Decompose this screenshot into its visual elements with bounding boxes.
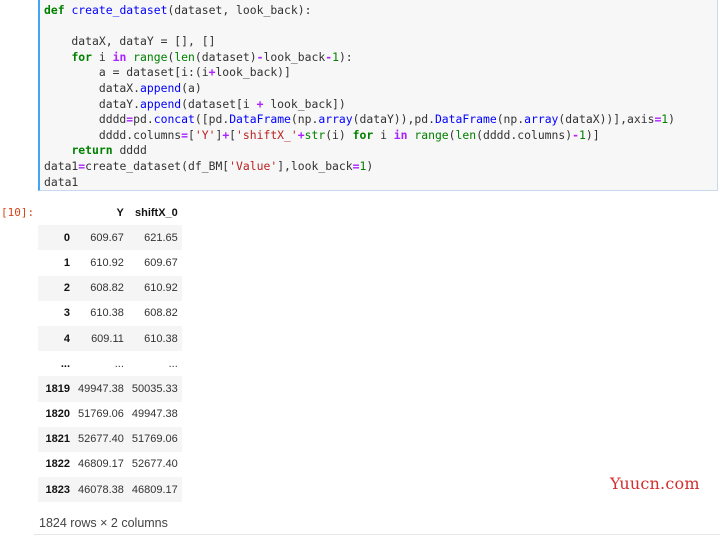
cell-y: 610.92 [90,256,124,269]
cell-y: ... [114,357,124,370]
cell-divider [34,534,720,535]
row-index: 1820 [45,408,70,421]
code-line-1: def create_dataset(dataset, look_back): [44,3,312,17]
table-row: 1821 52677.40 51769.06 [38,426,182,452]
code-line-11: data1=create_dataset(df_BM['Value'],look… [44,158,374,173]
dataframe-output: Y shiftX_0 0 609.67 621.65 1 610.92 609.67 2… [38,200,182,503]
table-row: 1823 46078.38 46809.17 [38,477,182,503]
row-index: ... [60,357,70,370]
cell-shiftx0: 609.67 [144,256,178,269]
table-header-row: Y shiftX_0 [38,200,182,225]
cell-y: 49947.38 [78,382,124,395]
cell-y: 46078.38 [78,483,124,496]
row-index: 1823 [45,483,70,496]
table-row: 1822 46809.17 52677.40 [38,451,182,478]
code-line-4: for i in range(len(dataset)-look_back-1)… [71,49,353,64]
table-row: 1 610.92 609.67 [38,250,182,276]
table-row: 4 609.11 610.38 [38,325,182,352]
index-header [38,200,74,225]
row-index: 3 [63,307,70,320]
execution-count-prompt: [10]: [1,206,35,219]
column-header-shiftx0: shiftX_0 [134,206,178,219]
row-index: 4 [63,332,70,345]
watermark-text: Yuucn.com [610,474,700,493]
cell-y: 609.67 [90,231,124,244]
cell-y: 608.82 [90,282,124,295]
code-line-12: data1 [44,174,79,189]
cell-y: 51769.06 [78,408,124,421]
cell-y: 52677.40 [78,433,124,446]
table-row-ellipsis: ......... [38,351,182,377]
cell-shiftx0: 610.38 [144,332,178,345]
cell-shiftx0: 52677.40 [131,458,178,471]
cell-shiftx0: 608.82 [144,307,178,320]
code-line-10: return dddd [71,143,147,158]
table-row: 2 608.82 610.92 [38,275,182,301]
cell-y: 609.11 [91,332,124,345]
cell-shiftx0: ... [168,357,178,370]
cell-y: 46809.17 [78,458,124,471]
code-editor[interactable]: def create_dataset(dataset, look_back): … [44,3,675,190]
table-row: 1820 51769.06 49947.38 [38,401,182,427]
code-line-7: dataY.append(dataset[i + look_back]) [44,96,346,111]
table-row: 3 610.38 608.82 [38,300,182,326]
cell-shiftx0: 46809.17 [131,483,178,496]
row-index: 0 [63,231,70,244]
code-line-6: dataX.append(a) [44,80,202,95]
cell-shiftx0: 50035.33 [131,382,178,395]
row-index: 2 [63,282,70,295]
cell-shiftx0: 51769.06 [131,433,178,446]
cell-shiftx0: 621.65 [144,231,178,244]
cell-shiftx0: 610.92 [144,282,178,295]
row-index: 1819 [45,382,70,395]
cell-y: 610.38 [90,307,124,320]
row-index: 1821 [45,433,70,446]
column-header-y: Y [116,206,124,219]
row-index: 1822 [45,458,70,471]
cell-shiftx0: 49947.38 [131,408,178,421]
code-line-5: a = dataset[i:(i+look_back)] [44,65,291,80]
code-line-8: dddd=pd.concat([pd.DataFrame(np.array(da… [44,112,676,127]
table-row: 1819 49947.38 50035.33 [38,376,182,402]
dataframe-shape-label: 1824 rows × 2 columns [39,516,168,530]
table-row: 0 609.67 621.65 [38,225,182,251]
code-line-3: dataX, dataY = [], [] [44,34,216,49]
row-index: 1 [63,256,70,269]
code-line-9: dddd.columns=['Y']+['shiftX_'+str(i) for… [44,127,600,142]
code-cell[interactable]: def create_dataset(dataset, look_back): … [38,0,718,191]
